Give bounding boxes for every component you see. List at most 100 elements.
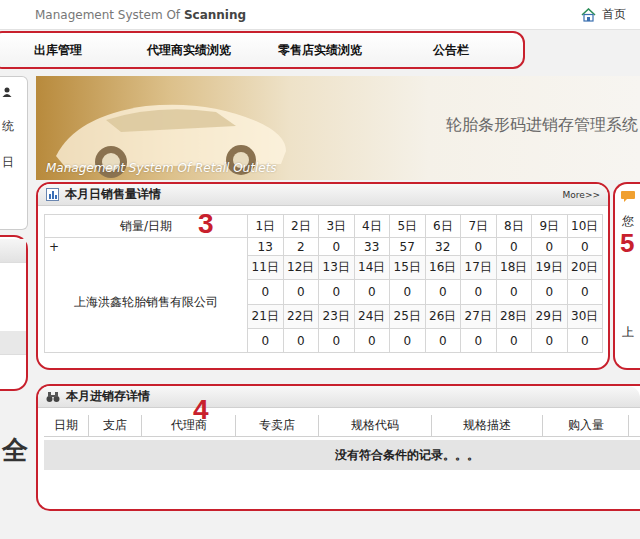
- chat-icon: [620, 190, 636, 203]
- sidebar-mark: 全: [0, 433, 28, 468]
- brand-title: Management System Of Scanning: [35, 8, 246, 22]
- value-cell: 0: [248, 329, 283, 352]
- day-cell: 27日: [461, 305, 496, 328]
- sidebar-text: 统: [2, 119, 14, 133]
- value-cell: 33: [355, 238, 390, 255]
- value-cell: 0: [426, 329, 461, 352]
- value-cell: 2: [284, 238, 319, 255]
- column-header: 日期: [44, 415, 88, 437]
- day-cell: 25日: [390, 305, 425, 328]
- column-header: 支店: [88, 415, 141, 437]
- sidebar-row: [0, 331, 26, 355]
- nav-bar: 出库管理代理商实绩浏览零售店实绩浏览公告栏: [0, 31, 525, 69]
- brand-bold: Scanning: [184, 8, 246, 22]
- panel-header: 本月进销存详情: [38, 386, 640, 408]
- chart-icon: [46, 188, 59, 201]
- column-header: 代理商: [141, 415, 235, 437]
- day-cell: 4日: [355, 215, 390, 237]
- day-cell: 1日: [248, 215, 283, 237]
- value-cell: 0: [532, 280, 567, 304]
- day-cell: 24日: [355, 305, 390, 328]
- value-cell: 0: [390, 280, 425, 304]
- column-header: [628, 415, 640, 437]
- day-cell: 17日: [461, 256, 496, 279]
- value-cell: 0: [497, 329, 532, 352]
- home-link[interactable]: 首页: [581, 6, 626, 23]
- sidebar-header: [0, 239, 26, 263]
- day-cell: 11日: [248, 256, 283, 279]
- nav-item[interactable]: 零售店实绩浏览: [254, 42, 385, 59]
- panel-header: 本月日销售量详情 More>>: [38, 184, 608, 206]
- value-cell: 0: [568, 280, 603, 304]
- day-cell: 3日: [319, 215, 354, 237]
- value-cell: 0: [461, 329, 496, 352]
- nav-item[interactable]: 出库管理: [0, 42, 123, 59]
- day-cell: 14日: [355, 256, 390, 279]
- day-cell: 7日: [461, 215, 496, 237]
- day-cell: 9日: [532, 215, 567, 237]
- value-cell: 0: [355, 280, 390, 304]
- day-cell: 22日: [284, 305, 319, 328]
- day-cell: 18日: [497, 256, 532, 279]
- panel-title: 本月进销存详情: [66, 388, 632, 405]
- day-cell: 29日: [532, 305, 567, 328]
- value-cell: 0: [461, 238, 496, 255]
- expand-toggle[interactable]: +: [49, 240, 59, 254]
- value-cell: 0: [248, 280, 283, 304]
- value-cell: 13: [248, 238, 283, 255]
- notice-panel: 您上 5: [613, 182, 640, 370]
- column-header: 规格描述: [431, 415, 542, 437]
- sidebar: 统日全: [0, 76, 28, 511]
- home-icon: [581, 8, 596, 22]
- company-cell: + 上海洪鑫轮胎销售有限公司: [45, 238, 247, 352]
- company-name: 上海洪鑫轮胎销售有限公司: [74, 294, 218, 311]
- panel-row: 本月日销售量详情More>>销量/日期+上海洪鑫轮胎销售有限公司1日132日23…: [36, 182, 640, 370]
- value-cell: 0: [497, 238, 532, 255]
- value-cell: 0: [319, 238, 354, 255]
- banner-subtitle: Management System Of Retail Outlets: [46, 161, 277, 175]
- annotation-label: 3: [198, 210, 214, 238]
- binoculars-icon: [46, 391, 60, 403]
- panel-title: 本月日销售量详情: [65, 186, 557, 203]
- sales-panel: 本月日销售量详情More>>销量/日期+上海洪鑫轮胎销售有限公司1日132日23…: [36, 182, 610, 370]
- value-cell: 32: [426, 238, 461, 255]
- day-cell: 5日: [390, 215, 425, 237]
- value-cell: 57: [390, 238, 425, 255]
- more-link[interactable]: More>>: [563, 190, 600, 200]
- banner-title: 轮胎条形码进销存管理系统: [446, 115, 638, 136]
- table-corner: 销量/日期: [45, 215, 247, 237]
- day-cell: 20日: [568, 256, 603, 279]
- day-cell: 30日: [568, 305, 603, 328]
- day-cell: 2日: [284, 215, 319, 237]
- annotation-label: 4: [193, 396, 209, 424]
- day-cell: 23日: [319, 305, 354, 328]
- day-cell: 15日: [390, 256, 425, 279]
- value-cell: 0: [532, 238, 567, 255]
- value-cell: 0: [532, 329, 567, 352]
- value-cell: 0: [568, 238, 603, 255]
- annotation-label: 5: [620, 230, 634, 256]
- column-header: 购入量: [542, 415, 628, 437]
- notice-text: 上: [622, 324, 634, 341]
- day-cell: 8日: [497, 215, 532, 237]
- day-cell: 26日: [426, 305, 461, 328]
- user-icon: [2, 87, 12, 97]
- value-cell: 0: [284, 329, 319, 352]
- nav-item[interactable]: 公告栏: [385, 42, 516, 59]
- day-cell: 16日: [426, 256, 461, 279]
- value-cell: 0: [390, 329, 425, 352]
- inventory-table: 日期支店代理商专卖店规格代码规格描述购入量没有符合条件的记录。。。: [44, 415, 640, 470]
- column-header: 专卖店: [235, 415, 318, 437]
- day-cell: 13日: [319, 256, 354, 279]
- banner: 轮胎条形码进销存管理系统 Management System Of Retail …: [36, 76, 640, 180]
- day-cell: 6日: [426, 215, 461, 237]
- day-cell: 10日: [568, 215, 603, 237]
- nav-item[interactable]: 代理商实绩浏览: [123, 42, 254, 59]
- sidebar-text: 日: [2, 155, 14, 169]
- notice-text: 您: [622, 213, 634, 230]
- header: Management System Of Scanning 首页: [0, 0, 640, 30]
- home-label: 首页: [602, 6, 626, 23]
- sales-table: 销量/日期+上海洪鑫轮胎销售有限公司1日132日23日04日335日576日32…: [44, 214, 603, 353]
- value-cell: 0: [461, 280, 496, 304]
- day-cell: 19日: [532, 256, 567, 279]
